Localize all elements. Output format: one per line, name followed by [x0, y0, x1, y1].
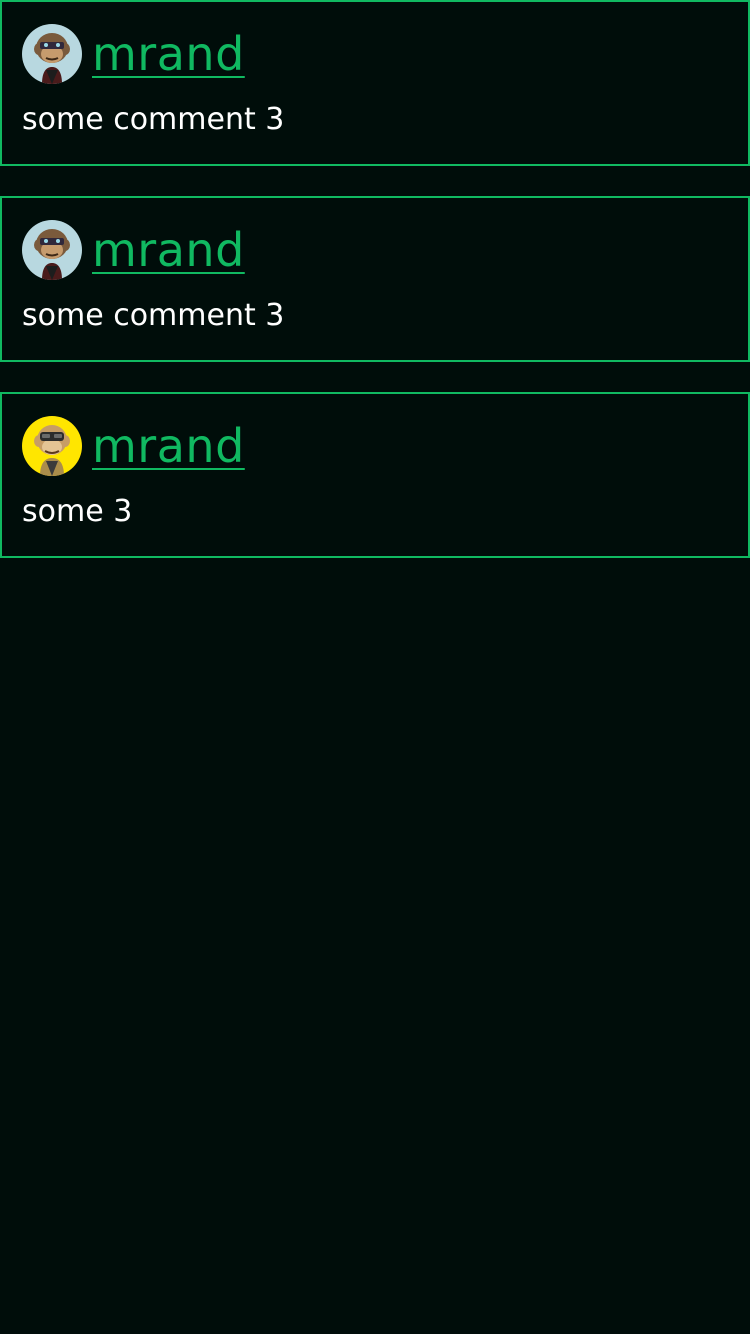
comment-text: some comment 3: [22, 298, 285, 333]
comment-header: mrand: [22, 416, 245, 476]
comment-card: mrand some 3: [0, 392, 750, 558]
comment-text: some 3: [22, 494, 133, 529]
comment-card: mrand some comment 3: [0, 0, 750, 166]
comment-list: mrand some comment 3 mrand some comment …: [0, 0, 750, 1334]
username-link[interactable]: mrand: [92, 24, 245, 84]
comment-card: mrand some comment 3: [0, 196, 750, 362]
bored-ape-avatar-icon[interactable]: [22, 24, 82, 84]
comment-text: some comment 3: [22, 102, 285, 137]
comment-header: mrand: [22, 24, 245, 84]
bored-ape-avatar-icon[interactable]: [22, 416, 82, 476]
bored-ape-avatar-icon[interactable]: [22, 220, 82, 280]
username-link[interactable]: mrand: [92, 220, 245, 280]
username-link[interactable]: mrand: [92, 416, 245, 476]
comment-header: mrand: [22, 220, 245, 280]
